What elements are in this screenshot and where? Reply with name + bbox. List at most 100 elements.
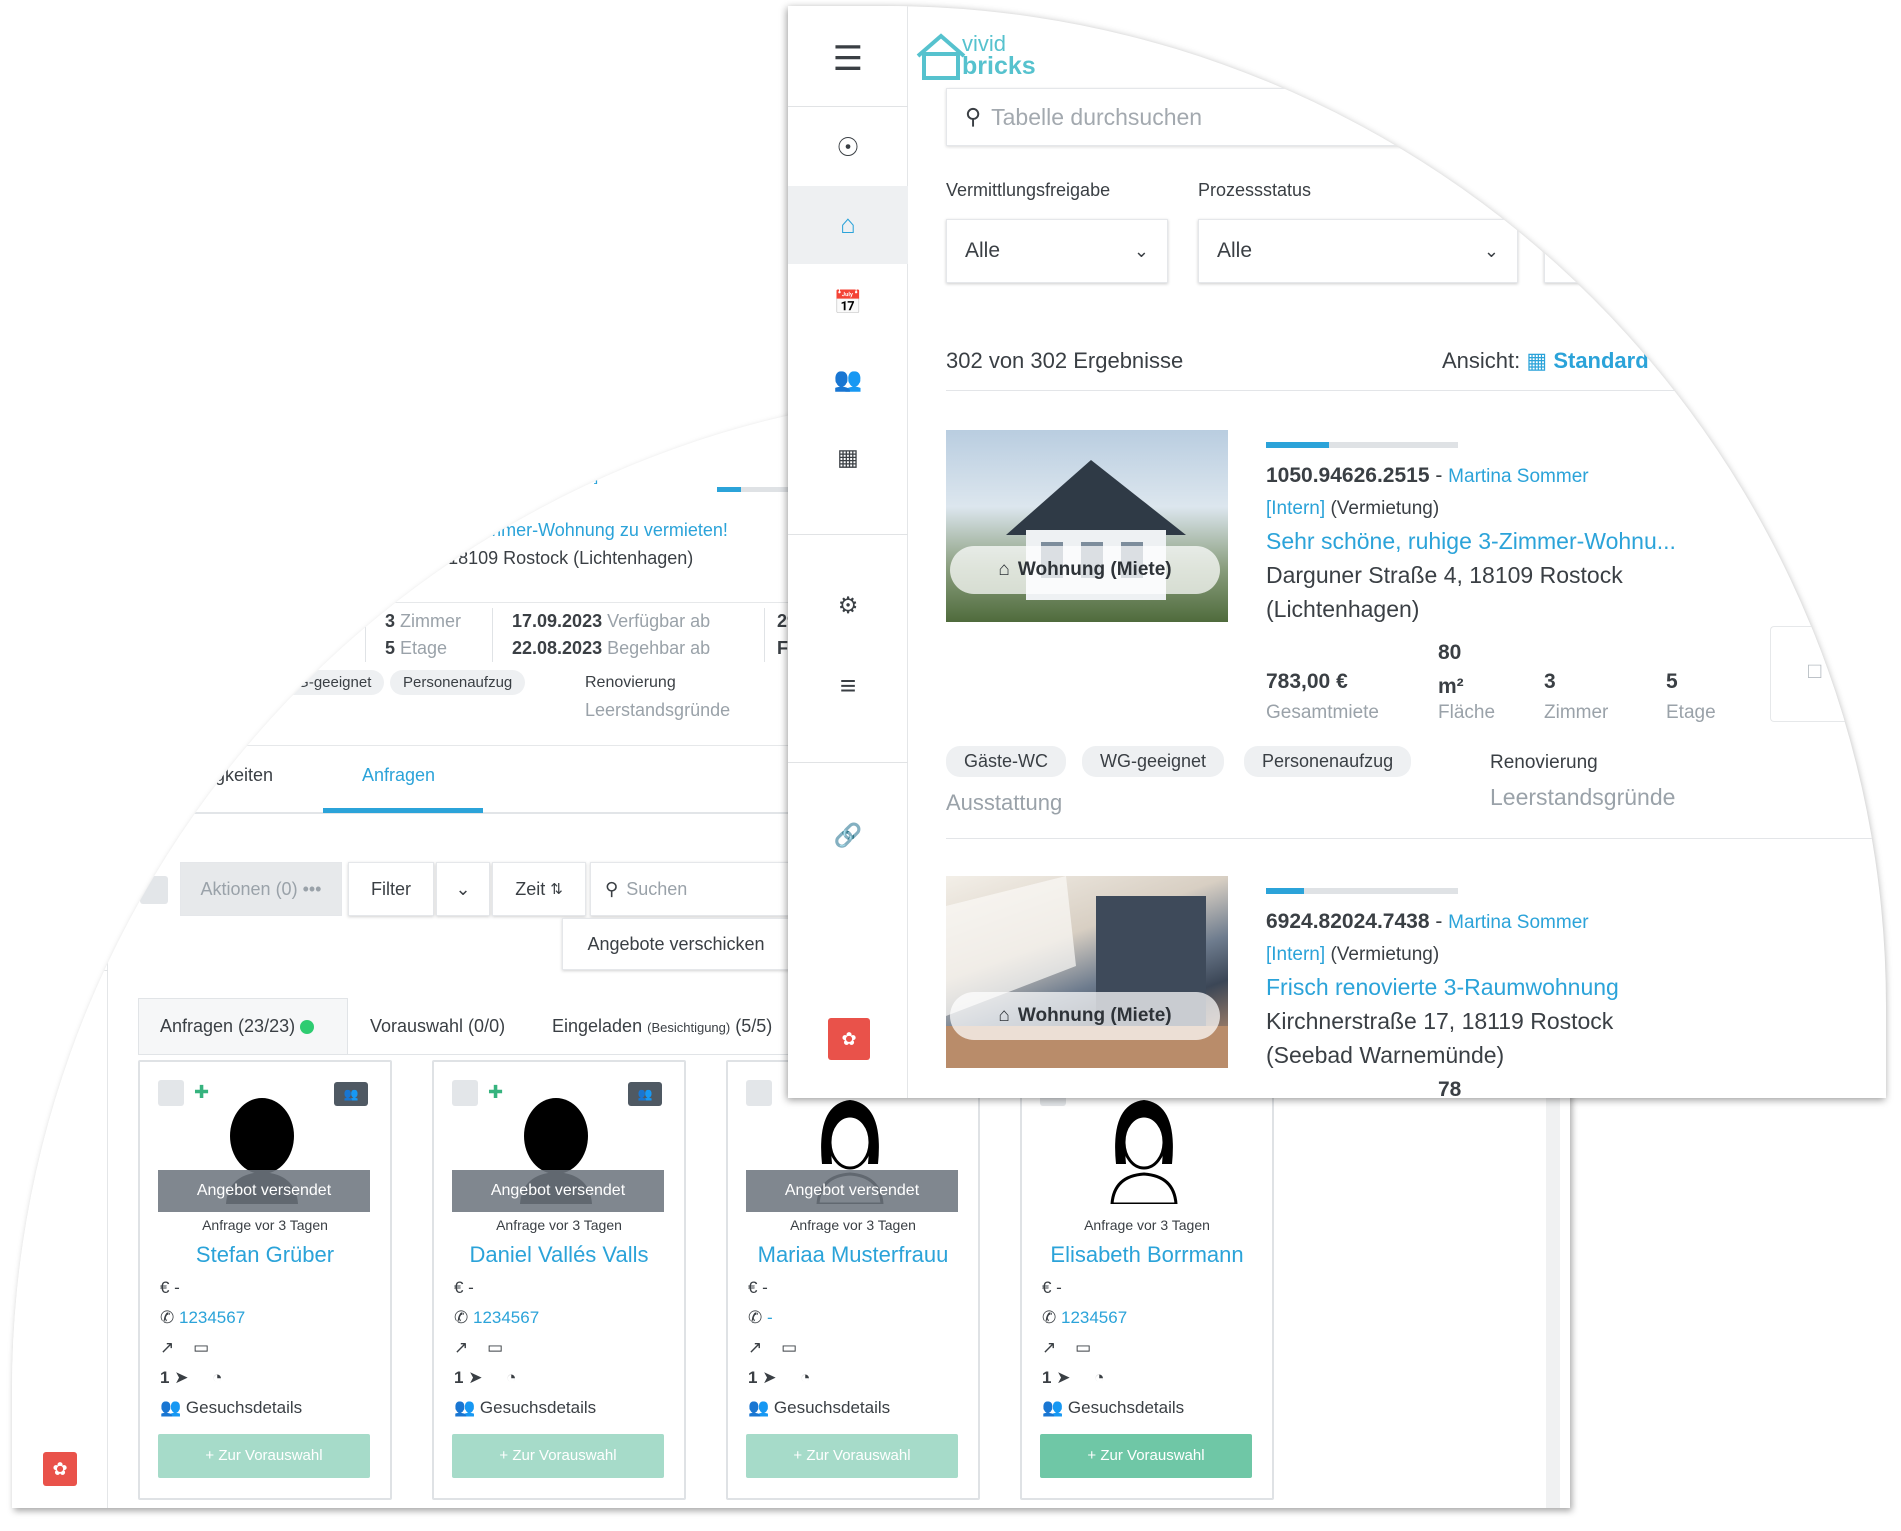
add-to-preselection-button[interactable]: + Zur Vorauswahl (746, 1434, 958, 1478)
listing-address-line2: (Seebad Warnemünde) (1266, 1042, 1505, 1068)
list-icon[interactable]: ≡ (828, 672, 868, 700)
send-icon[interactable]: ➤ (1854, 658, 1872, 684)
add-user-icon[interactable]: ✚ (488, 1082, 503, 1103)
id-card-icon[interactable]: ▭ (1075, 1338, 1091, 1357)
rent-label: Gesamtmiete (223, 611, 331, 631)
request-age: Anfrage vor 3 Tagen (202, 1217, 328, 1233)
listing-agent[interactable]: Martina Sommer (1448, 466, 1588, 487)
applicant-name[interactable]: Stefan Grüber (140, 1242, 390, 1268)
applicant-name[interactable]: Elisabeth Borrmann (1022, 1242, 1272, 1268)
app-logo-icon[interactable]: ✿ (828, 1018, 870, 1060)
contact-book-icon[interactable]: ▦ (40, 720, 80, 743)
group-icon[interactable]: 👥 (334, 1082, 368, 1106)
table-search-input[interactable]: ⚲ Tabelle durchsuchen (946, 88, 1404, 146)
list-icon[interactable]: ≡ (40, 900, 80, 923)
request-card[interactable]: ✚ 👥 Angebot versendet Anfrage vor 3 Tagen Da… (432, 1060, 686, 1500)
select-all-checkbox[interactable] (140, 876, 168, 904)
users-icon[interactable]: 👥 (40, 660, 80, 683)
send-offers-button[interactable]: Angebote verschicken (562, 918, 790, 970)
filter-dropdown-button[interactable]: ⌄ (436, 862, 490, 916)
phone-line[interactable]: ✆ 1234567 (454, 1308, 539, 1328)
area-label: Fläche (1438, 702, 1496, 723)
link-icon[interactable]: 🔗 (40, 1020, 80, 1043)
phone-line[interactable]: ✆ 1234567 (1042, 1308, 1127, 1328)
phone-number: 1234567 (472, 1308, 540, 1327)
listing-image[interactable]: ⌂ Wohnung (Miete) (946, 876, 1228, 1068)
vivid-bricks-logo[interactable]: vivid bricks (914, 30, 1054, 84)
add-to-preselection-button[interactable]: + Zur Vorauswahl (1040, 1434, 1252, 1478)
extra-filter-select[interactable] (1678, 88, 1738, 146)
message-count: 1 (1042, 1368, 1052, 1387)
category-select[interactable]: Alle ⌄ (1423, 88, 1659, 146)
request-card[interactable]: ✚ 👥 Angebot versendet Anfrage vor 3 Tagen St… (138, 1060, 392, 1500)
subtab-preselection[interactable]: Vorauswahl (0/0) (370, 1016, 505, 1037)
applicant-name[interactable]: Mariaa Musterfrauu (728, 1242, 978, 1268)
card-checkbox[interactable] (746, 1080, 772, 1106)
compass-icon[interactable]: ☉ (828, 134, 868, 160)
subtab-invited[interactable]: Eingeladen (Besichtigung) (5/5) (552, 1016, 772, 1037)
speedometer-icon: ◔ (212, 1368, 223, 1387)
calendar-icon[interactable]: 📅 (828, 291, 868, 314)
users-icon: 👥 (160, 1398, 182, 1417)
search-details-label: Gesuchsdetails (773, 1398, 891, 1417)
phone-line[interactable]: ✆ 1234567 (160, 1308, 245, 1328)
card-checkbox[interactable] (158, 1080, 184, 1106)
id-card-icon[interactable]: ▭ (487, 1338, 503, 1357)
tab-active-indicator (323, 808, 483, 813)
search-details-link[interactable]: 👥 Gesuchsdetails (1042, 1398, 1184, 1418)
external-link-icon[interactable]: ↗ (1042, 1338, 1056, 1357)
listing-image[interactable]: ⌂ Wohnung (Miete) (946, 430, 1228, 622)
listing-type-badge: ⌂ Wohnung (Miete) (950, 992, 1220, 1040)
available-value: 17.09.2023 (512, 611, 603, 631)
time-sort-button[interactable]: Zeit ⇅ (492, 862, 586, 916)
filter-button[interactable]: Filter (348, 862, 434, 916)
listing-title[interactable]: Sehr schöne, ruhige 3-Zimmer-Wohnung zu … (289, 520, 728, 541)
group-icon[interactable]: 👥 (628, 1082, 662, 1106)
cogs-icon[interactable]: ⚙ (40, 840, 80, 863)
add-to-preselection-button[interactable]: + Zur Vorauswahl (452, 1434, 664, 1478)
scrollbar[interactable] (1546, 1054, 1560, 1508)
search-details-link[interactable]: 👥 Gesuchsdetails (748, 1398, 890, 1418)
listing-title[interactable]: Sehr schöne, ruhige 3-Zimmer-Wohnu... (1266, 528, 1676, 555)
features-label: Ausstattung (148, 702, 244, 722)
tab-requests[interactable]: Anfragen (362, 765, 435, 786)
listing-id: 6924.82024.7438 (1266, 910, 1430, 933)
actions-button[interactable]: Aktionen (0) ••• (180, 862, 342, 916)
app-logo-icon[interactable]: ✿ (43, 1452, 77, 1486)
cogs-icon[interactable]: ⚙ (828, 594, 868, 617)
link-icon[interactable]: 🔗 (828, 824, 868, 847)
search-field[interactable]: ⚲ Suchen (590, 862, 790, 916)
listing-thumbnail[interactable] (138, 462, 248, 544)
add-user-icon[interactable]: ✚ (194, 1082, 209, 1103)
menu-icon[interactable]: ☰ (828, 42, 868, 76)
search-details-link[interactable]: 👥 Gesuchsdetails (160, 1398, 302, 1418)
send-icon: ➤ (174, 1368, 189, 1387)
id-card-icon[interactable]: ▭ (193, 1338, 209, 1357)
external-link-icon[interactable]: ↗ (454, 1338, 468, 1357)
view-switch[interactable]: Ansicht: ▦ Standard (1442, 348, 1649, 374)
add-to-preselection-button[interactable]: + Zur Vorauswahl (158, 1434, 370, 1478)
phone-line[interactable]: ✆ - (748, 1308, 773, 1328)
listing-title[interactable]: Frisch renovierte 3-Raumwohnung (1266, 974, 1619, 1001)
listing-agent[interactable]: Martina Sommer [Intern] (436, 468, 598, 485)
release-filter-select[interactable]: Alle ⌄ (946, 219, 1168, 283)
external-link-icon[interactable]: ↗ (160, 1338, 174, 1357)
process-filter-select[interactable]: Alle ⌄ (1198, 219, 1518, 283)
applicant-name[interactable]: Daniel Vallés Valls (434, 1242, 684, 1268)
document-icon[interactable]: □ (1808, 658, 1821, 684)
request-card[interactable]: Anfrage vor 3 Tagen Elisabeth Borrmann € -… (1020, 1060, 1274, 1500)
users-icon[interactable]: 👥 (828, 368, 868, 391)
external-link-icon[interactable]: ↗ (748, 1338, 762, 1357)
rooms-floor-facts: 3 Zimmer 5 Etage (385, 608, 461, 662)
tab-news[interactable]: Neuigkeiten (178, 765, 273, 786)
search-details-link[interactable]: 👥 Gesuchsdetails (454, 1398, 596, 1418)
filter-button[interactable]: Filter ☰ (1544, 219, 1704, 283)
request-card[interactable]: Angebot versendet Anfrage vor 3 Tagen Mari… (726, 1060, 980, 1500)
search-icon: ⚲ (605, 878, 619, 899)
card-checkbox[interactable] (452, 1080, 478, 1106)
card-stats: 1 ➤ ◔ (160, 1368, 222, 1388)
listing-agent[interactable]: Martina Sommer (1448, 912, 1588, 933)
id-card-icon[interactable]: ▭ (781, 1338, 797, 1357)
contact-book-icon[interactable]: ▦ (828, 446, 868, 469)
listing-intern: [Intern] (1266, 498, 1326, 519)
